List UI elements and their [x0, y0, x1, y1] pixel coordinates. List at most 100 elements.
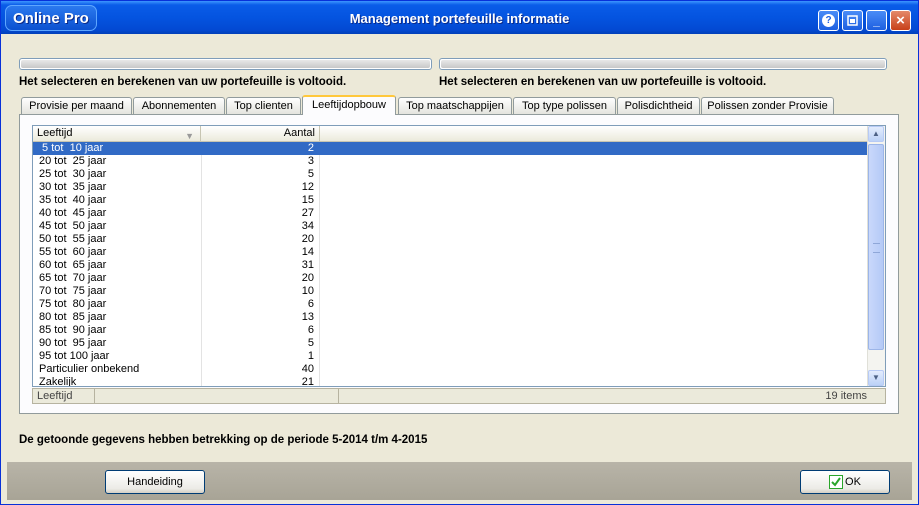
tab-polissen-zonder-provisie[interactable]: Polissen zonder Provisie [701, 97, 834, 114]
progress-fill-right [441, 60, 885, 68]
manual-button-label: Handeiding [127, 476, 183, 488]
table-row[interactable]: 65 tot 70 jaar 20 [33, 272, 869, 285]
age-range-cell: 40 tot 45 jaar [39, 207, 107, 219]
table-row[interactable]: Zakelijk 21 [33, 376, 869, 387]
grid-rows: 5 tot 10 jaar 2 20 tot 25 jaar 3 25 tot 30 j… [33, 142, 869, 387]
age-range-cell: 50 tot 55 jaar [39, 233, 107, 245]
table-row[interactable]: 85 tot 90 jaar 6 [33, 324, 869, 337]
age-range-cell: 55 tot 60 jaar [39, 246, 107, 258]
period-text: De getoonde gegevens hebben betrekking o… [19, 434, 428, 446]
count-cell: 6 [307, 324, 314, 336]
column-header-label: Aantal [283, 127, 315, 139]
ok-button-label: OK [845, 476, 861, 488]
grid-header: Leeftijd ▼ Aantal [33, 126, 869, 142]
count-cell: 20 [301, 272, 314, 284]
count-cell: 13 [301, 311, 314, 323]
table-row[interactable]: 5 tot 10 jaar 2 [33, 142, 869, 155]
status-text-right: Het selecteren en berekenen van uw porte… [439, 76, 767, 88]
scroll-down-button[interactable]: ▼ [868, 370, 884, 386]
help-button[interactable]: ? [818, 10, 839, 31]
count-cell: 1 [307, 350, 314, 362]
scroll-thumb[interactable] [868, 144, 884, 350]
tab-label: Top type polissen [522, 100, 607, 112]
vertical-scrollbar[interactable]: ▲ ▼ [867, 126, 885, 386]
age-range-cell: 45 tot 50 jaar [39, 220, 107, 232]
age-range-cell: 90 tot 95 jaar [39, 337, 107, 349]
table-row[interactable]: 20 tot 25 jaar 3 [33, 155, 869, 168]
tab-label: Provisie per maand [29, 100, 124, 112]
count-cell: 14 [301, 246, 314, 258]
tab-top-maatschappijen[interactable]: Top maatschappijen [398, 97, 512, 114]
table-row[interactable]: Particulier onbekend 40 [33, 363, 869, 376]
minimize-button[interactable]: _ [866, 10, 887, 31]
tab-abonnementen[interactable]: Abonnementen [133, 97, 225, 114]
help-icon: ? [822, 14, 835, 27]
count-cell: 12 [301, 181, 314, 193]
table-row[interactable]: 70 tot 75 jaar 10 [33, 285, 869, 298]
count-cell: 21 [301, 376, 314, 387]
grid-footer: Leeftijd 19 items [32, 388, 886, 404]
age-range-cell: 5 tot 10 jaar [39, 142, 104, 154]
status-text-left: Het selecteren en berekenen van uw porte… [19, 76, 347, 88]
table-row[interactable]: 50 tot 55 jaar 20 [33, 233, 869, 246]
column-header-age[interactable]: Leeftijd ▼ [33, 126, 201, 141]
table-row[interactable]: 55 tot 60 jaar 14 [33, 246, 869, 259]
tab-label: Polissen zonder Provisie [707, 100, 828, 112]
count-cell: 31 [301, 259, 314, 271]
table-row[interactable]: 75 tot 80 jaar 6 [33, 298, 869, 311]
footer-spacer [95, 389, 339, 403]
table-row[interactable]: 95 tot 100 jaar 1 [33, 350, 869, 363]
restore-button[interactable] [842, 10, 863, 31]
manual-button[interactable]: Handeiding [105, 470, 205, 494]
age-range-cell: 30 tot 35 jaar [39, 181, 107, 193]
minimize-icon: _ [873, 13, 880, 28]
scroll-grip-icon [873, 243, 880, 253]
tab-label: Leeftijdopbouw [311, 99, 386, 111]
tab-label: Top clienten [234, 100, 293, 112]
table-row[interactable]: 30 tot 35 jaar 12 [33, 181, 869, 194]
count-cell: 20 [301, 233, 314, 245]
tab-top-clienten[interactable]: Top clienten [226, 97, 301, 114]
count-cell: 40 [301, 363, 314, 375]
age-range-cell: 35 tot 40 jaar [39, 194, 107, 206]
content-area: Het selecteren en berekenen van uw porte… [7, 34, 912, 462]
age-range-cell: 80 tot 85 jaar [39, 311, 107, 323]
scroll-up-button[interactable]: ▲ [868, 126, 884, 142]
count-cell: 2 [307, 142, 314, 154]
tab-panel-leeftijdopbouw: Leeftijd ▼ Aantal 5 tot 10 jaar 2 20 tot 2… [19, 114, 899, 414]
count-cell: 5 [307, 168, 314, 180]
table-row[interactable]: 90 tot 95 jaar 5 [33, 337, 869, 350]
window-title: Management portefeuille informatie [349, 11, 570, 26]
age-range-cell: 60 tot 65 jaar [39, 259, 107, 271]
age-range-cell: 70 tot 75 jaar [39, 285, 107, 297]
count-cell: 34 [301, 220, 314, 232]
title-bar[interactable]: Online Pro Management portefeuille infor… [1, 1, 918, 34]
tab-leeftijdopbouw[interactable]: Leeftijdopbouw [302, 95, 396, 115]
ok-button[interactable]: OK [800, 470, 890, 494]
table-row[interactable]: 80 tot 85 jaar 13 [33, 311, 869, 324]
count-cell: 27 [301, 207, 314, 219]
table-row[interactable]: 60 tot 65 jaar 31 [33, 259, 869, 272]
column-header-count[interactable]: Aantal [201, 126, 320, 141]
progress-fill-left [21, 60, 430, 68]
tab-provisie-per-maand[interactable]: Provisie per maand [21, 97, 132, 114]
age-range-cell: 65 tot 70 jaar [39, 272, 107, 284]
age-range-cell: 25 tot 30 jaar [39, 168, 107, 180]
age-range-cell: Particulier onbekend [39, 363, 140, 375]
close-button[interactable]: × [890, 10, 911, 31]
table-row[interactable]: 35 tot 40 jaar 15 [33, 194, 869, 207]
age-range-cell: 75 tot 80 jaar [39, 298, 107, 310]
count-cell: 5 [307, 337, 314, 349]
table-row[interactable]: 40 tot 45 jaar 27 [33, 207, 869, 220]
item-count: 19 items [825, 390, 867, 402]
group-by-label[interactable]: Leeftijd [33, 389, 95, 403]
table-row[interactable]: 25 tot 30 jaar 5 [33, 168, 869, 181]
tab-polisdichtheid[interactable]: Polisdichtheid [617, 97, 700, 114]
check-icon [829, 475, 844, 490]
main-window: Online Pro Management portefeuille infor… [0, 0, 919, 505]
progress-bar-left [19, 58, 432, 70]
table-row[interactable]: 45 tot 50 jaar 34 [33, 220, 869, 233]
count-cell: 3 [307, 155, 314, 167]
tab-top-type-polissen[interactable]: Top type polissen [513, 97, 616, 114]
tab-label: Top maatschappijen [406, 100, 504, 112]
